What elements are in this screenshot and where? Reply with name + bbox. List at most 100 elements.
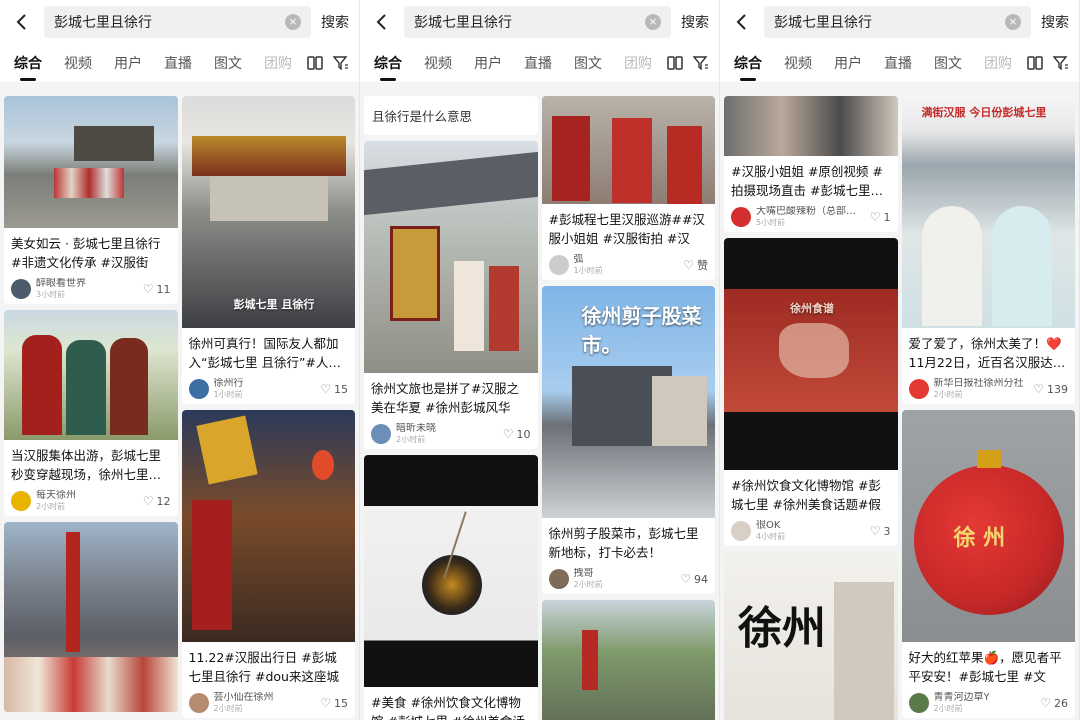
avatar[interactable] bbox=[11, 491, 31, 511]
back-icon[interactable] bbox=[728, 8, 756, 36]
tab-live[interactable]: 直播 bbox=[884, 53, 912, 73]
tab-video[interactable]: 视频 bbox=[64, 53, 92, 73]
search-button[interactable]: 搜索 bbox=[681, 12, 709, 32]
tab-image-text[interactable]: 图文 bbox=[214, 53, 242, 73]
like-button[interactable]: ♡ 26 bbox=[1040, 696, 1068, 710]
author-name[interactable]: 拽哥 bbox=[574, 568, 681, 580]
related-search-suggestion[interactable]: 且徐行是什么意思 bbox=[364, 96, 538, 135]
back-icon[interactable] bbox=[8, 8, 36, 36]
like-button[interactable]: ♡ 1 bbox=[870, 210, 891, 224]
feed-card[interactable]: 当汉服集体出游，彭城七里秒变穿越现场，徐州七里… 每天徐州 2小时前 ♡ 12 bbox=[4, 310, 178, 516]
search-bar: 彭城七里且徐行 × 搜索 bbox=[0, 0, 359, 44]
tab-groupbuy[interactable]: 团购 bbox=[984, 53, 1012, 73]
like-button[interactable]: ♡ 10 bbox=[503, 427, 531, 441]
feed-card[interactable] bbox=[4, 522, 178, 712]
search-bar: 彭城七里且徐行 × 搜索 bbox=[360, 0, 719, 44]
tab-comprehensive[interactable]: 综合 bbox=[734, 53, 762, 81]
feed-card[interactable] bbox=[541, 600, 715, 720]
author-name[interactable]: 暗昕未晓 bbox=[396, 423, 503, 435]
avatar[interactable] bbox=[188, 379, 209, 399]
avatar[interactable] bbox=[188, 693, 209, 713]
layout-toggle-icon[interactable] bbox=[307, 56, 323, 70]
tab-users[interactable]: 用户 bbox=[834, 53, 862, 73]
search-button[interactable]: 搜索 bbox=[321, 12, 349, 32]
feed-card[interactable]: 徐州文旅也是拼了#汉服之美在华夏 #徐州彭城风华 暗昕未晓 2小时前 ♡ 10 bbox=[364, 141, 538, 449]
like-button[interactable]: ♡ 15 bbox=[320, 382, 348, 396]
clear-icon[interactable]: × bbox=[645, 14, 661, 30]
post-image bbox=[541, 600, 715, 720]
search-query[interactable]: 彭城七里且徐行 bbox=[774, 12, 1005, 32]
filter-icon[interactable] bbox=[1053, 56, 1069, 70]
author-name[interactable]: 徐州行 bbox=[214, 378, 321, 390]
tab-groupbuy[interactable]: 团购 bbox=[624, 53, 652, 73]
feed-card[interactable]: #美食 #徐州饮食文化博物馆 #彭城七里 #徐州美食话题 bbox=[364, 455, 538, 720]
post-image bbox=[4, 96, 178, 228]
heart-icon: ♡ bbox=[869, 524, 881, 538]
search-input[interactable]: 彭城七里且徐行 × bbox=[764, 6, 1031, 38]
tab-users[interactable]: 用户 bbox=[114, 53, 142, 73]
tab-groupbuy[interactable]: 团购 bbox=[264, 53, 292, 73]
search-query[interactable]: 彭城七里且徐行 bbox=[54, 12, 285, 32]
filter-icon[interactable] bbox=[693, 56, 709, 70]
feed-card[interactable]: 满街汉服 今日份彭城七里 爱了爱了，徐州太美了！❤️ 11月22日，近百名汉服达… bbox=[901, 96, 1075, 404]
feed-column-right: #彭城程七里汉服巡游##汉服小姐姐 #汉服街拍 #汉民… 弧1小时前 ♡赞 徐州… bbox=[541, 96, 715, 720]
search-input[interactable]: 彭城七里且徐行 × bbox=[404, 6, 671, 38]
author-name[interactable]: 弧 bbox=[574, 254, 684, 266]
feed-card[interactable]: 徐州 bbox=[724, 552, 898, 720]
layout-toggle-icon[interactable] bbox=[667, 56, 683, 70]
avatar[interactable] bbox=[908, 379, 929, 399]
post-time: 1小时前 bbox=[213, 390, 243, 399]
like-button[interactable]: ♡ 赞 bbox=[683, 257, 708, 273]
tab-video[interactable]: 视频 bbox=[784, 53, 812, 73]
avatar[interactable] bbox=[731, 207, 751, 227]
author-name[interactable]: 很OK bbox=[756, 520, 870, 532]
author-name[interactable]: 芸小仙在徐州 bbox=[214, 692, 321, 704]
filter-icon[interactable] bbox=[333, 56, 349, 70]
like-button[interactable]: ♡ 15 bbox=[320, 696, 348, 710]
like-button[interactable]: ♡ 11 bbox=[143, 282, 171, 296]
avatar[interactable] bbox=[371, 424, 391, 444]
like-button[interactable]: ♡ 12 bbox=[143, 494, 171, 508]
feed-card[interactable]: #彭城程七里汉服巡游##汉服小姐姐 #汉服街拍 #汉民… 弧1小时前 ♡赞 bbox=[541, 96, 715, 280]
feed-card[interactable]: 徐州食谱 #徐州饮食文化博物馆 #彭城七里 #徐州美食话题#假期… 很OK4小时… bbox=[724, 238, 898, 546]
heart-icon: ♡ bbox=[142, 282, 154, 296]
feed-column-left: 美女如云 · 彭城七里且徐行 #非遗文化传承 #汉服街拍… 醉眼看世界3小时前 … bbox=[4, 96, 178, 718]
feed-card[interactable]: 徐州剪子股菜市。 徐州剪子股菜市，彭城七里新地标，打卡必去！ 拽哥 2小时前 ♡ 9… bbox=[541, 286, 715, 594]
like-button[interactable]: ♡ 3 bbox=[870, 524, 891, 538]
search-button[interactable]: 搜索 bbox=[1041, 12, 1069, 32]
search-input[interactable]: 彭城七里且徐行 × bbox=[44, 6, 311, 38]
tab-live[interactable]: 直播 bbox=[164, 53, 192, 73]
like-button[interactable]: ♡ 139 bbox=[1033, 382, 1068, 396]
avatar[interactable] bbox=[11, 279, 31, 299]
like-button[interactable]: ♡ 94 bbox=[680, 572, 708, 586]
post-caption: #美食 #徐州饮食文化博物馆 #彭城七里 #徐州美食话题 bbox=[371, 695, 525, 720]
search-query[interactable]: 彭城七里且徐行 bbox=[414, 12, 645, 32]
author-name[interactable]: 大嘴巴酸辣粉（总部… bbox=[756, 206, 870, 218]
feed-card[interactable]: 徐 州 好大的红苹果🍎，愿见者平平安安！#彭城七里 #文庙… 青青河边草Y2小时… bbox=[901, 410, 1075, 718]
post-time: 2小时前 bbox=[396, 435, 426, 444]
feed-card[interactable]: 11.22#汉服出行日 #彭城七里且徐行 #dou来这座城 #… 芸小仙在徐州2… bbox=[181, 410, 355, 718]
tab-image-text[interactable]: 图文 bbox=[574, 53, 602, 73]
author-name[interactable]: 每天徐州 bbox=[36, 490, 143, 502]
layout-toggle-icon[interactable] bbox=[1027, 56, 1043, 70]
tab-comprehensive[interactable]: 综合 bbox=[374, 53, 402, 81]
post-overlay-text: 徐州 bbox=[738, 603, 826, 654]
tab-live[interactable]: 直播 bbox=[524, 53, 552, 73]
author-name[interactable]: 新华日报社徐州分社 bbox=[934, 378, 1034, 390]
clear-icon[interactable]: × bbox=[285, 14, 301, 30]
avatar[interactable] bbox=[908, 693, 929, 713]
feed-card[interactable]: #汉服小姐姐 #原创视频 #拍摄现场直击 #彭城七里… 大嘴巴酸辣粉（总部… 5小… bbox=[724, 96, 898, 232]
feed-card[interactable]: 彭城七里 且徐行 徐州可真行！国际友人都加入“彭城七里 且徐行”#人… 徐州行 1… bbox=[181, 96, 355, 404]
tab-comprehensive[interactable]: 综合 bbox=[14, 53, 42, 81]
tab-video[interactable]: 视频 bbox=[424, 53, 452, 73]
tab-users[interactable]: 用户 bbox=[474, 53, 502, 73]
feed-card[interactable]: 美女如云 · 彭城七里且徐行 #非遗文化传承 #汉服街拍… 醉眼看世界3小时前 … bbox=[4, 96, 178, 304]
tab-image-text[interactable]: 图文 bbox=[934, 53, 962, 73]
avatar[interactable] bbox=[731, 521, 751, 541]
avatar[interactable] bbox=[548, 255, 569, 275]
clear-icon[interactable]: × bbox=[1005, 14, 1021, 30]
back-icon[interactable] bbox=[368, 8, 396, 36]
author-name[interactable]: 青青河边草Y bbox=[934, 692, 1041, 704]
author-name[interactable]: 醉眼看世界 bbox=[36, 278, 143, 290]
avatar[interactable] bbox=[548, 569, 569, 589]
